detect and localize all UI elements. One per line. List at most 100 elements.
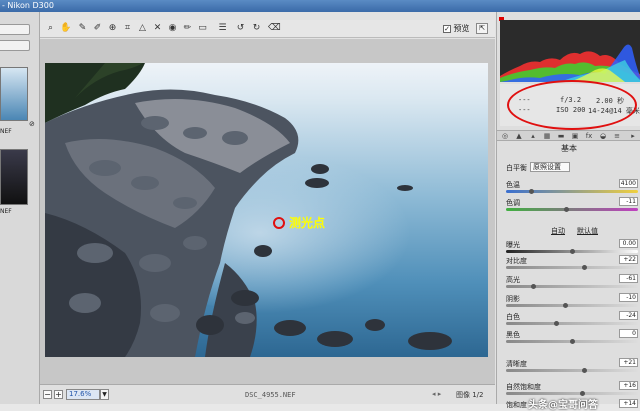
slider-handle[interactable] <box>531 284 537 289</box>
metering-point-label: 测光点 <box>289 216 326 230</box>
gradient-icon[interactable]: ▭ <box>197 23 208 34</box>
adjustment-label: 色调 <box>506 199 520 207</box>
adjustment-label: 饱和度 <box>506 401 527 409</box>
status-bar: − + 17.6% ▼ DSC_4955.NEF ◂ ▸ 图像 1/2 <box>40 384 495 404</box>
tab-split-toning-icon[interactable]: ▬ <box>557 132 565 140</box>
tab-calibration-icon[interactable]: ◒ <box>599 132 607 140</box>
adjustment-label: 曝光 <box>506 241 520 249</box>
adjustment-label: 自然饱和度 <box>506 383 541 391</box>
adjustment-slider[interactable] <box>506 303 638 308</box>
adjustment-slider[interactable] <box>506 249 638 254</box>
white-balance-label: 白平衡 <box>506 164 527 172</box>
image-nav-arrows[interactable]: ◂ ▸ <box>432 390 441 398</box>
preview-photo: 测光点 <box>45 63 488 357</box>
slider-handle[interactable] <box>528 189 534 194</box>
white-balance-select[interactable]: 原照设置 <box>530 162 570 172</box>
adjustment-label: 色温 <box>506 181 520 189</box>
adjustment-value-field[interactable]: -24 <box>619 311 638 320</box>
adjustment-value-field[interactable]: +22 <box>619 255 638 264</box>
slider-handle[interactable] <box>564 207 570 212</box>
default-link[interactable]: 默认值 <box>577 226 598 236</box>
filmstrip-thumbnail[interactable] <box>0 149 28 205</box>
panel-menu-icon[interactable]: ▸ <box>629 132 637 140</box>
tab-effects-icon[interactable]: fx <box>585 132 593 140</box>
slider-handle[interactable] <box>554 321 560 326</box>
adjustment-label: 对比度 <box>506 257 527 265</box>
color-sampler-icon[interactable]: ✐ <box>92 23 103 34</box>
target-adjust-icon[interactable]: ⊕ <box>107 23 118 34</box>
adjustment-label: 白色 <box>506 313 520 321</box>
adjustment-value-field[interactable]: +21 <box>619 358 638 367</box>
tab-presets-icon[interactable]: ≡ <box>613 132 621 140</box>
hand-icon[interactable]: ✋ <box>60 23 71 34</box>
zoom-in-button[interactable]: + <box>54 390 63 399</box>
trash-icon[interactable]: ⌫ <box>268 23 281 34</box>
adjustment-label: 清晰度 <box>506 360 527 368</box>
rating-icon: ⊘ <box>29 120 35 128</box>
adjustment-value-field[interactable]: 4100 <box>619 179 638 188</box>
adjustment-value-field[interactable]: 0.00 <box>619 239 638 248</box>
histogram <box>500 20 640 82</box>
preview-checkbox[interactable]: ✓ 预览 <box>443 23 470 34</box>
adjustment-slider[interactable] <box>506 265 638 270</box>
camera-raw-window: NEF ⊘ NEF ⌕ ✋ ✎ ✐ ⊕ ⌗ △ ✕ ◉ ✏ ▭ ☰ ↺ ↻ ⌫ … <box>0 12 640 411</box>
adjustment-slider[interactable] <box>506 339 638 344</box>
histogram-graph <box>500 44 640 82</box>
adjustment-value-field[interactable]: -11 <box>619 197 638 206</box>
tool-bar: ⌕ ✋ ✎ ✐ ⊕ ⌗ △ ✕ ◉ ✏ ▭ ☰ ↺ ↻ ⌫ ✓ 预览 ⇱ <box>40 20 495 38</box>
adjustment-value-field[interactable]: -10 <box>619 293 638 302</box>
adjustment-value-field[interactable]: 0 <box>619 329 638 338</box>
tab-basic-icon[interactable]: ◎ <box>501 132 509 140</box>
tab-tone-curve-icon[interactable]: ▲ <box>515 132 523 140</box>
adjustment-slider[interactable] <box>506 391 638 396</box>
tab-detail-icon[interactable]: ▴ <box>529 132 537 140</box>
zoom-out-button[interactable]: − <box>43 390 52 399</box>
adjustment-slider[interactable] <box>506 284 638 289</box>
eyedropper-icon[interactable]: ✎ <box>77 23 88 34</box>
select-all-button[interactable] <box>0 24 30 35</box>
brush-icon[interactable]: ✏ <box>182 23 193 34</box>
fullscreen-button[interactable]: ⇱ <box>476 23 488 34</box>
slider-handle[interactable] <box>582 368 588 373</box>
thumbnail-label: NEF <box>0 208 12 215</box>
panel-tabs: ◎ ▲ ▴ ▦ ▬ ▣ fx ◒ ≡ ▸ <box>497 130 640 141</box>
image-canvas[interactable]: 测光点 <box>40 39 495 384</box>
exif-highlight-circle <box>507 80 637 130</box>
seascape-image <box>45 63 488 357</box>
window-title-bar: - Nikon D300 <box>0 0 640 12</box>
slider-handle[interactable] <box>569 249 575 254</box>
synchronize-button[interactable] <box>0 40 30 51</box>
adjustment-label: 阴影 <box>506 295 520 303</box>
zoom-dropdown-button[interactable]: ▼ <box>100 389 109 400</box>
filmstrip-thumbnail[interactable] <box>0 67 28 121</box>
spot-removal-icon[interactable]: ✕ <box>152 23 163 34</box>
red-eye-icon[interactable]: ◉ <box>167 23 178 34</box>
zoom-icon[interactable]: ⌕ <box>45 23 56 34</box>
adjustment-value-field[interactable]: +16 <box>619 381 638 390</box>
tab-lens-icon[interactable]: ▣ <box>571 132 579 140</box>
file-name: DSC_4955.NEF <box>245 391 296 399</box>
preferences-icon[interactable]: ☰ <box>217 23 228 34</box>
adjustment-value-field[interactable]: -61 <box>619 274 638 283</box>
metering-point-marker <box>273 217 285 229</box>
slider-handle[interactable] <box>569 339 575 344</box>
straighten-icon[interactable]: △ <box>137 23 148 34</box>
tab-hsl-icon[interactable]: ▦ <box>543 132 551 140</box>
slider-handle[interactable] <box>582 265 588 270</box>
rotate-ccw-icon[interactable]: ↺ <box>235 23 246 34</box>
window-title: - Nikon D300 <box>2 1 54 10</box>
adjustment-slider[interactable] <box>506 207 638 212</box>
adjustment-slider[interactable] <box>506 368 638 373</box>
slider-handle[interactable] <box>563 303 569 308</box>
adjustments-panel: --- --- f/3.2 2.00 秒 ISO 200 14-24@14 毫米… <box>496 12 640 409</box>
auto-link[interactable]: 自动 <box>551 226 565 236</box>
section-title: 基本 <box>561 144 577 153</box>
adjustment-slider[interactable] <box>506 189 638 194</box>
adjustment-slider[interactable] <box>506 321 638 326</box>
adjustment-label: 高光 <box>506 276 520 284</box>
zoom-level-field[interactable]: 17.6% <box>66 389 100 400</box>
crop-icon[interactable]: ⌗ <box>122 23 133 34</box>
image-counter: 图像 1/2 <box>456 391 484 399</box>
rotate-cw-icon[interactable]: ↻ <box>251 23 262 34</box>
thumbnail-label: NEF <box>0 128 12 135</box>
